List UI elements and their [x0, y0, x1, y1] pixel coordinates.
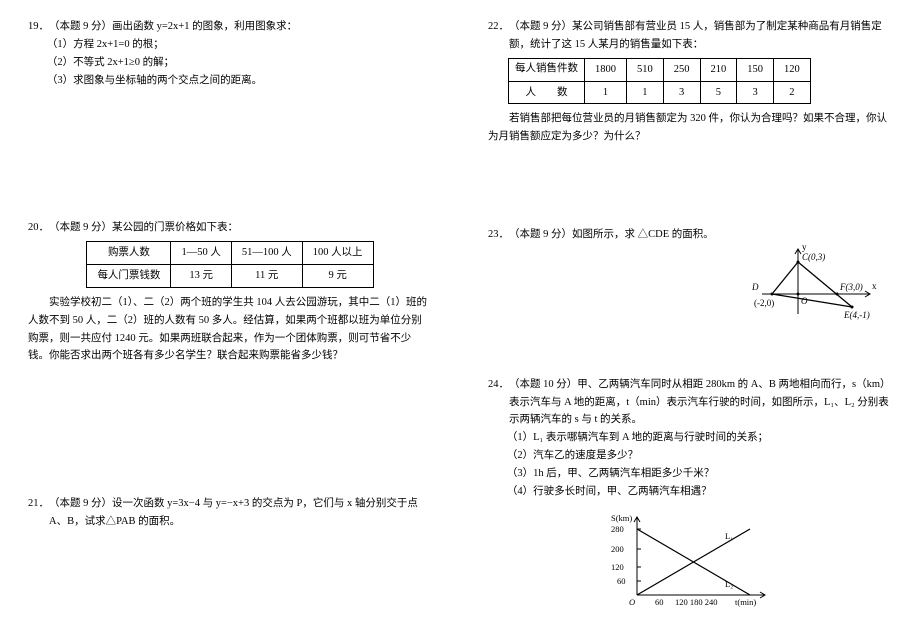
q20-r2c4: 9 元	[302, 265, 373, 288]
q22-number: 22．	[488, 18, 509, 54]
q24-sub4: （4）行驶多长时间，甲、乙两辆汽车相遇？	[488, 483, 892, 501]
q23-figure: y x C(0,3) D (-2,0) O F(3,0) E(4,-1)	[752, 244, 882, 329]
q20-table: 购票人数 1—50 人 51—100 人 100 人以上 每人门票钱数 13 元…	[86, 241, 373, 288]
q24-number: 24．	[488, 376, 509, 430]
q22-r2c3: 1	[627, 81, 664, 104]
pt-O: O	[801, 296, 808, 306]
q22-r2c6: 3	[737, 81, 774, 104]
q24-stem: （本题 10 分）甲、乙两辆汽车同时从相距 280km 的 A、B 两地相向而行…	[509, 376, 892, 430]
q20-r1c3: 51—100 人	[231, 242, 302, 265]
q22-r1c4: 250	[663, 58, 700, 81]
y-200: 200	[611, 544, 624, 554]
q21-stem: （本题 9 分）设一次函数 y=3x−4 与 y=−x+3 的交点为 P，它们与…	[49, 495, 432, 531]
question-22: 22． （本题 9 分）某公司销售部有营业员 15 人，销售部为了制定某种商品有…	[488, 18, 892, 146]
q20-paragraph: 实验学校初二（1）、二（2）两个班的学生共 104 人去公园游玩，其中二（1）班…	[28, 294, 432, 365]
q20-stem: （本题 9 分）某公园的门票价格如下表：	[49, 219, 432, 237]
q19-sub2: （2）不等式 2x+1≥0 的解；	[28, 54, 432, 72]
left-column: 19． （本题 9 分）画出函数 y=2x+1 的图象，利用图象求： （1）方程…	[0, 0, 460, 637]
x-60: 60	[655, 597, 664, 607]
q23-stem: （本题 9 分）如图所示，求 △CDE 的面积。	[509, 226, 892, 244]
q20-r1c2: 1—50 人	[171, 242, 231, 265]
pt-D: (-2,0)	[754, 298, 774, 308]
q19-number: 19．	[28, 18, 49, 36]
q23-number: 23．	[488, 226, 509, 244]
pt-F: F(3,0)	[839, 282, 863, 292]
q24-sub1: （1）L₁ 表示哪辆汽车到 A 地的距离与行驶时间的关系；	[488, 429, 892, 447]
L2-label: L₂	[725, 579, 733, 589]
q22-r2c2: 1	[585, 81, 627, 104]
q22-r2c5: 5	[700, 81, 737, 104]
axis-y-label: y	[802, 244, 807, 252]
q22-r2c7: 2	[774, 81, 811, 104]
q20-r2c2: 13 元	[171, 265, 231, 288]
x-axis-label: t(min)	[735, 597, 756, 607]
q24-chart: 280 200 120 60 O 60 120 180 240 t(min) S…	[605, 509, 775, 609]
q20-r2c1: 每人门票钱数	[87, 265, 171, 288]
q22-r1c2: 1800	[585, 58, 627, 81]
question-24: 24． （本题 10 分）甲、乙两辆汽车同时从相距 280km 的 A、B 两地…	[488, 376, 892, 616]
q20-r1c1: 购票人数	[87, 242, 171, 265]
q20-number: 20．	[28, 219, 49, 237]
question-19: 19． （本题 9 分）画出函数 y=2x+1 的图象，利用图象求： （1）方程…	[28, 18, 432, 89]
q20-r2c3: 11 元	[231, 265, 302, 288]
q24-sub2: （2）汽车乙的速度是多少？	[488, 447, 892, 465]
pt-E: E(4,-1)	[843, 310, 870, 320]
q19-sub1: （1）方程 2x+1=0 的根；	[28, 36, 432, 54]
L1-label: L₁	[725, 531, 733, 541]
x-rest: 120 180 240	[675, 597, 718, 607]
exam-page: 19． （本题 9 分）画出函数 y=2x+1 的图象，利用图象求： （1）方程…	[0, 0, 920, 637]
q22-r1c6: 150	[737, 58, 774, 81]
q22-r1c1: 每人销售件数	[509, 58, 585, 81]
y-60: 60	[617, 576, 626, 586]
origin-O: O	[629, 597, 635, 607]
q21-number: 21．	[28, 495, 49, 531]
q22-paragraph: 若销售部把每位营业员的月销售额定为 320 件，你认为合理吗？如果不合理，你认为…	[488, 110, 892, 146]
axis-x-label: x	[872, 281, 877, 291]
right-column: 22． （本题 9 分）某公司销售部有营业员 15 人，销售部为了制定某种商品有…	[460, 0, 920, 637]
q22-r2c1: 人 数	[509, 81, 585, 104]
question-23: 23． （本题 9 分）如图所示，求 △CDE 的面积。	[488, 226, 892, 336]
y-120: 120	[611, 562, 624, 572]
table-row: 人 数 1 1 3 5 3 2	[509, 81, 811, 104]
q19-stem: （本题 9 分）画出函数 y=2x+1 的图象，利用图象求：	[49, 18, 432, 36]
question-20: 20． （本题 9 分）某公园的门票价格如下表： 购票人数 1—50 人 51—…	[28, 219, 432, 365]
y-280: 280	[611, 524, 624, 534]
table-row: 每人销售件数 1800 510 250 210 150 120	[509, 58, 811, 81]
q22-r1c3: 510	[627, 58, 664, 81]
q22-stem: （本题 9 分）某公司销售部有营业员 15 人，销售部为了制定某种商品有月销售定…	[509, 18, 892, 54]
y-axis-label: S(km)	[611, 513, 632, 523]
pt-C: C(0,3)	[802, 252, 825, 262]
q24-sub3: （3）1h 后，甲、乙两辆汽车相距多少千米？	[488, 465, 892, 483]
table-row: 每人门票钱数 13 元 11 元 9 元	[87, 265, 373, 288]
table-row: 购票人数 1—50 人 51—100 人 100 人以上	[87, 242, 373, 265]
q22-r1c7: 120	[774, 58, 811, 81]
q19-sub3: （3）求图象与坐标轴的两个交点之间的距离。	[28, 72, 432, 90]
q22-r1c5: 210	[700, 58, 737, 81]
q22-table: 每人销售件数 1800 510 250 210 150 120 人 数 1 1 …	[508, 58, 811, 105]
q22-r2c4: 3	[663, 81, 700, 104]
q20-r1c4: 100 人以上	[302, 242, 373, 265]
question-21: 21． （本题 9 分）设一次函数 y=3x−4 与 y=−x+3 的交点为 P…	[28, 495, 432, 531]
pt-D-letter: D	[752, 282, 759, 292]
